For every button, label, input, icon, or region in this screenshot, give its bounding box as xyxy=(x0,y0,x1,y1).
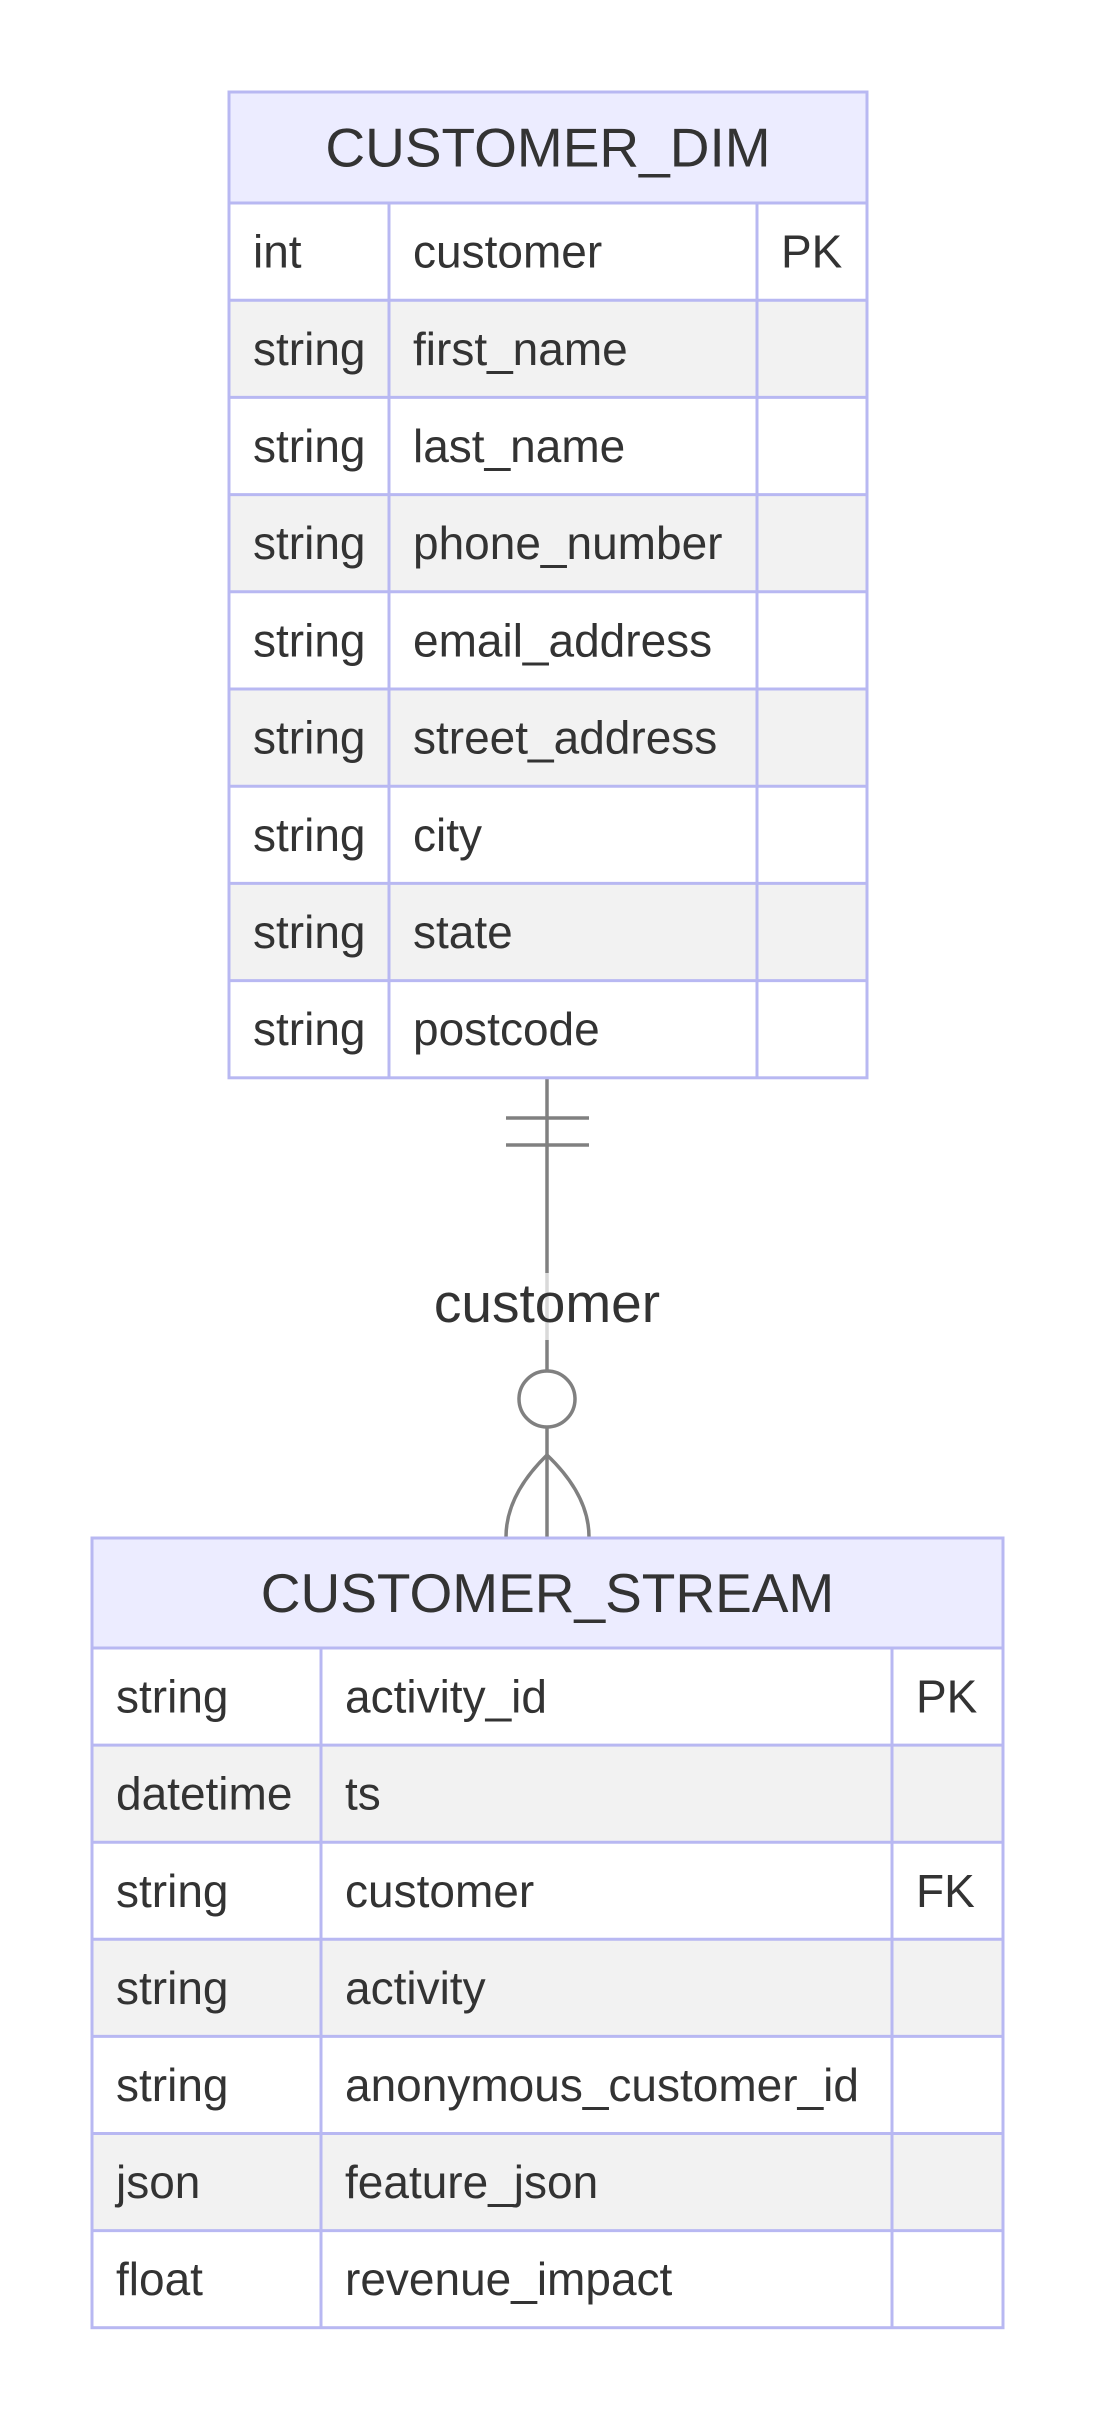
attribute-name: phone_number xyxy=(413,517,722,569)
attribute-row: datetime ts xyxy=(92,1745,1003,1843)
attribute-row: int customer PK xyxy=(229,203,867,301)
attribute-name: email_address xyxy=(413,614,712,666)
attribute-key: PK xyxy=(781,226,843,278)
attribute-name: activity xyxy=(345,1962,486,2014)
attribute-type: json xyxy=(114,2156,200,2208)
attribute-type: string xyxy=(253,614,365,666)
attribute-type: string xyxy=(253,420,365,472)
attribute-row: string city xyxy=(229,786,867,884)
attribute-row: json feature_json xyxy=(92,2133,1003,2231)
attribute-type: string xyxy=(116,1671,228,1723)
entity-customer-stream[interactable]: CUSTOMER_STREAMstring activity_id PK dateti… xyxy=(90,1536,1005,2330)
attribute-type: string xyxy=(116,1962,228,2014)
attribute-row: string customer FK xyxy=(92,1842,1003,1940)
er-diagram-svg: customer CUSTOMER_DIMint customer PKstring… xyxy=(90,90,1005,2330)
attribute-name: street_address xyxy=(413,712,717,764)
attribute-type: string xyxy=(116,1865,228,1917)
attribute-name: ts xyxy=(345,1768,381,1820)
attribute-name: customer xyxy=(345,1865,534,1917)
attribute-name: city xyxy=(413,809,482,861)
attribute-row: float revenue_impact xyxy=(92,2230,1003,2328)
attribute-row: string last_name xyxy=(229,397,867,495)
er-diagram: customer CUSTOMER_DIM int customer PK string… xyxy=(0,0,1100,2432)
attribute-type: string xyxy=(253,1003,365,1055)
entity-title: CUSTOMER_STREAM xyxy=(261,1562,835,1624)
attribute-name: first_name xyxy=(413,323,628,375)
attribute-row: string email_address xyxy=(229,591,867,689)
entity-customer-dim[interactable]: CUSTOMER_DIMint customer PK string first_nam… xyxy=(227,90,869,1080)
attribute-key: PK xyxy=(916,1671,978,1723)
attribute-name: feature_json xyxy=(345,2156,598,2208)
attribute-type: string xyxy=(253,906,365,958)
attribute-type: string xyxy=(253,712,365,764)
relationship-customer: customer xyxy=(432,1078,664,1538)
attribute-type: string xyxy=(253,809,365,861)
attribute-row: string activity_id PK xyxy=(92,1648,1003,1746)
attribute-type: int xyxy=(253,226,302,278)
attribute-type: datetime xyxy=(116,1768,292,1820)
attribute-key: FK xyxy=(916,1865,975,1917)
attribute-row: string activity xyxy=(92,1939,1003,2037)
attribute-type: string xyxy=(253,517,365,569)
attribute-name: state xyxy=(413,906,513,958)
attribute-name: revenue_impact xyxy=(345,2253,673,2305)
attribute-type: float xyxy=(116,2253,203,2305)
attribute-row: string phone_number xyxy=(229,494,867,592)
attribute-type: string xyxy=(253,323,365,375)
attribute-name: customer xyxy=(413,226,602,278)
attribute-row: string street_address xyxy=(229,689,867,787)
entity-title: CUSTOMER_DIM xyxy=(325,117,770,179)
attribute-name: last_name xyxy=(413,420,625,472)
attribute-row: string postcode xyxy=(229,980,867,1078)
attribute-row: string first_name xyxy=(229,300,867,398)
attribute-name: postcode xyxy=(413,1003,600,1055)
attribute-name: activity_id xyxy=(345,1671,547,1723)
attribute-row: string anonymous_customer_id xyxy=(92,2036,1003,2134)
relationship-label: customer xyxy=(434,1272,660,1334)
attribute-name: anonymous_customer_id xyxy=(345,2059,859,2111)
attribute-type: string xyxy=(116,2059,228,2111)
attribute-row: string state xyxy=(229,883,867,981)
